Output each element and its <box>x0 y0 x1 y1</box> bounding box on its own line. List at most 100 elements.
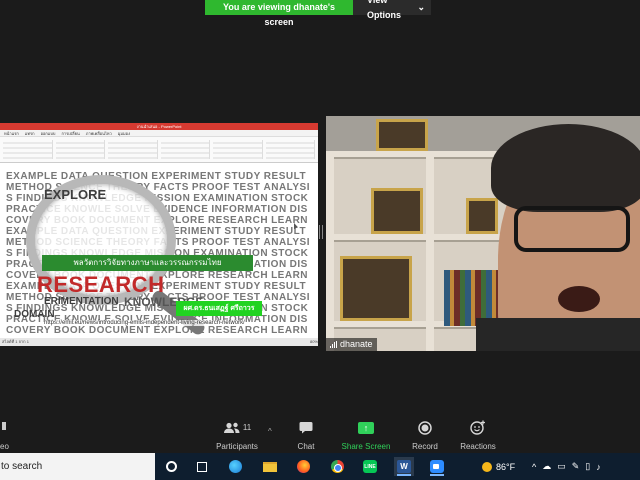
panel-resize-handle[interactable] <box>319 225 323 239</box>
share-screen-icon: ↑ <box>358 418 374 437</box>
ppt-tab: มุมมอง <box>117 130 131 136</box>
zoom-app[interactable] <box>427 457 447 476</box>
chevron-up-icon[interactable]: ^ <box>532 462 536 472</box>
cloud-icon[interactable]: ☁ <box>542 461 551 472</box>
volume-icon[interactable]: ♪ <box>596 462 601 472</box>
participants-button[interactable]: 11 Participants <box>202 418 272 451</box>
zoom-meeting-window: You are viewing dhanate's screen View Op… <box>0 0 640 480</box>
cortana-button[interactable] <box>161 457 181 476</box>
chat-label: Chat <box>297 442 315 451</box>
cloud-word: FACTS <box>153 182 189 193</box>
chevron-down-icon: ⌄ <box>417 2 425 12</box>
participant-name-tag: dhanate <box>326 338 377 351</box>
participant-hair <box>491 124 640 212</box>
picture-frame <box>340 256 412 321</box>
task-view-button[interactable] <box>192 457 212 476</box>
ribbon-group <box>55 140 105 159</box>
ribbon-group <box>265 140 315 159</box>
network-icon[interactable]: ▭ <box>557 461 566 472</box>
powerpoint-title: งานนำเสนอ - PowerPoint <box>136 124 182 129</box>
cloud-word: RESULT <box>263 281 307 292</box>
slide-title-banner: พลวัตการวิจัยทางภาษาและวรรณกรรมไทย <box>42 255 253 271</box>
sun-icon <box>482 461 492 472</box>
cloud-word: LEARN <box>271 215 309 226</box>
participant-name: dhanate <box>340 339 373 349</box>
edge-icon <box>228 460 242 473</box>
edit-icon[interactable]: ✎ <box>572 461 580 472</box>
participant-mouth <box>558 286 600 312</box>
word-app[interactable]: W <box>394 457 414 476</box>
lens-word: DOMAIN <box>14 309 55 320</box>
presentation-slide: EXAMPLEDATAQUESTIONEXPERIMENTSTUDYRESULT… <box>4 169 314 336</box>
powerpoint-status-bar: สไลด์ที่ 1 จาก 1 80% <box>0 338 318 346</box>
cloud-word: STOCK <box>271 248 309 259</box>
shelf-post <box>426 151 434 351</box>
ribbon-group <box>3 140 53 159</box>
cloud-word: RESEARCH <box>207 270 269 281</box>
cloud-word: BOOK <box>53 325 86 336</box>
powerpoint-ribbon-tabs: หน้าแรก แทรก ออกแบบ การเปลี่ยน ภาพเคลื่อ… <box>0 130 318 137</box>
record-icon <box>418 418 432 437</box>
reactions-button[interactable]: Reactions <box>443 418 513 451</box>
cloud-word: LEARN <box>271 325 309 336</box>
record-label: Record <box>412 442 438 451</box>
system-tray: ^ ☁ ▭ ✎ ▯ ♪ <box>532 453 601 480</box>
viewing-screen-label: You are viewing dhanate's screen <box>205 0 353 27</box>
view-options-label: View Options <box>367 0 401 20</box>
file-explorer-app[interactable] <box>260 457 280 476</box>
line-app[interactable]: LINE <box>360 457 380 476</box>
lens-word: EXPLORE <box>44 187 107 202</box>
chrome-icon <box>330 460 344 473</box>
chrome-app[interactable] <box>327 457 347 476</box>
ppt-tab: แทรก <box>24 130 35 136</box>
cloud-word: RESULT <box>263 226 307 237</box>
firefox-icon <box>296 460 310 473</box>
cloud-word: DOCUMENT <box>88 325 151 336</box>
taskbar-search-box[interactable]: to search <box>0 453 155 480</box>
cloud-word: EXAMINATION <box>193 193 269 204</box>
share-screen-label: Share Screen <box>341 442 391 451</box>
weather-widget[interactable]: 86°F <box>482 453 515 480</box>
participant-shirt <box>476 318 640 351</box>
cloud-word: STUDY <box>224 281 261 292</box>
cloud-word: PROOF <box>191 237 230 248</box>
firefox-app[interactable] <box>293 457 313 476</box>
cloud-word: EXPERIMENT <box>151 171 222 182</box>
video-button-label: eo <box>0 442 9 451</box>
cloud-word: STUDY <box>224 171 261 182</box>
slide-author-banner: ผศ.ดร.ธนเสฏฐ์ ศรีถาวร <box>176 301 262 316</box>
picture-frame <box>466 198 498 234</box>
cloud-word: STUDY <box>224 226 261 237</box>
ribbon-group <box>108 140 158 159</box>
shelf-post <box>326 151 334 351</box>
cloud-word: RESEARCH <box>207 215 269 226</box>
slide-source-url: https://emil.eu/news/introducing-emils-i… <box>44 320 245 326</box>
folder-icon <box>263 461 277 472</box>
participants-icon: 11 <box>223 418 251 437</box>
ribbon-group <box>213 140 263 159</box>
line-icon: LINE <box>363 460 377 473</box>
participant-video-tile[interactable]: dhanate <box>326 116 640 351</box>
cortana-circle-icon <box>165 461 177 472</box>
cloud-word: INFORMATION <box>211 204 287 215</box>
ppt-tab: ออกแบบ <box>40 130 56 136</box>
participants-count: 11 <box>242 423 252 432</box>
video-icon[interactable] <box>2 422 6 430</box>
signal-bars-icon <box>330 341 337 348</box>
ppt-tab: การเปลี่ยน <box>61 130 80 136</box>
ppt-tab: ภาพเคลื่อนไหว <box>85 130 112 136</box>
task-view-icon <box>197 461 207 472</box>
cloud-word: LEARN <box>271 270 309 281</box>
participant-glasses <box>514 206 630 252</box>
chat-icon <box>299 418 313 437</box>
cloud-word: EXAMPLE <box>6 171 58 182</box>
cloud-word: TEST <box>232 237 261 248</box>
reactions-label: Reactions <box>460 442 496 451</box>
lens-word: ERIMENTATION <box>44 296 119 307</box>
view-options-button[interactable]: View Options ⌄ <box>353 0 431 20</box>
battery-icon[interactable]: ▯ <box>585 461 590 472</box>
cloud-word: PROOF <box>191 182 230 193</box>
zoom-level: 80% <box>309 339 318 344</box>
edge-app[interactable] <box>225 457 245 476</box>
active-app-indicator <box>430 474 444 476</box>
